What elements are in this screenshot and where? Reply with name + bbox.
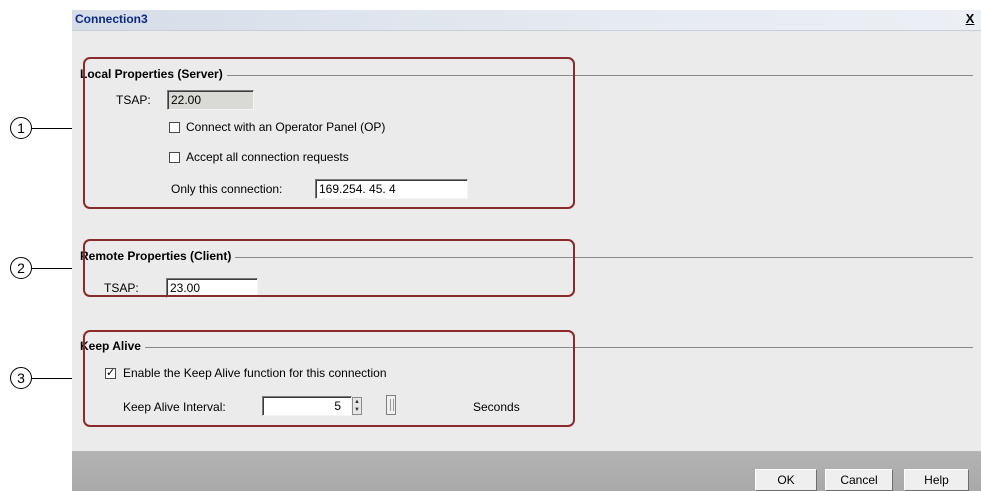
dialog-title: Connection3: [75, 12, 148, 26]
callout-marker-3: 3: [10, 367, 32, 389]
callout-box-remote-properties: [83, 239, 575, 297]
callout-marker-2: 2: [10, 257, 32, 279]
callout-marker-1: 1: [10, 117, 32, 139]
cancel-button[interactable]: Cancel: [825, 469, 893, 491]
title-bar: Connection3 X: [72, 10, 981, 31]
help-button[interactable]: Help: [904, 469, 969, 491]
ok-button[interactable]: OK: [755, 469, 817, 491]
button-bar: OK Cancel Help: [72, 451, 981, 491]
close-icon[interactable]: X: [963, 11, 977, 27]
callout-box-keep-alive: [83, 330, 575, 427]
callout-box-local-properties: [83, 57, 575, 209]
